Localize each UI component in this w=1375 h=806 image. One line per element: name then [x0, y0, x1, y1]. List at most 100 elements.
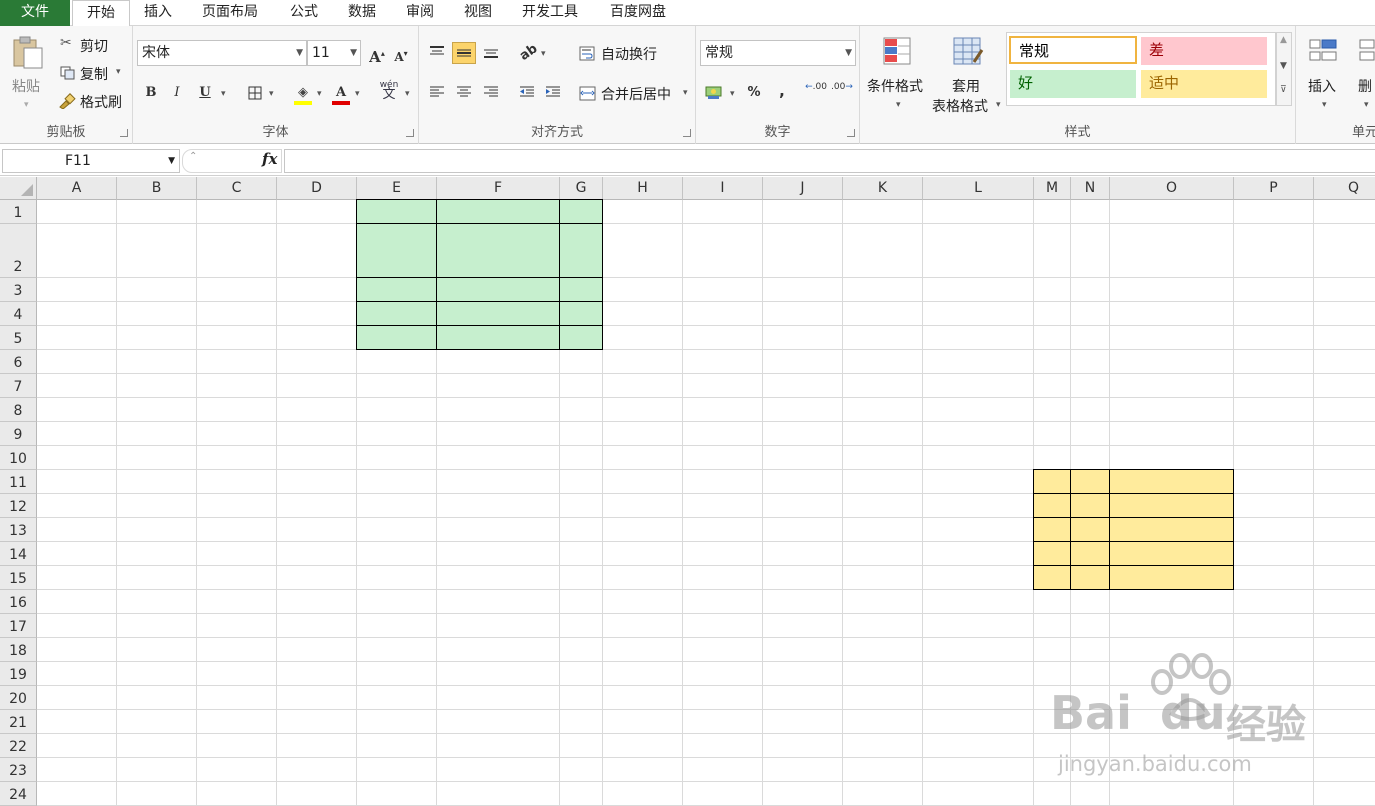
fill-color-dropdown-icon[interactable]: ▾	[317, 89, 322, 99]
column-header-H[interactable]: H	[603, 177, 683, 200]
column-header-B[interactable]: B	[117, 177, 197, 200]
insert-cells-button[interactable]: 插入 ▾	[1302, 32, 1346, 118]
tab-file[interactable]: 文件	[0, 0, 70, 26]
green-block-cell-G1[interactable]	[559, 199, 603, 224]
font-color-dropdown-icon[interactable]: ▾	[355, 89, 360, 99]
row-header-9[interactable]: 9	[0, 422, 37, 446]
column-header-J[interactable]: J	[763, 177, 843, 200]
style-good[interactable]: 好	[1010, 70, 1136, 98]
style-normal[interactable]: 常规	[1009, 36, 1137, 64]
expand-handle-icon[interactable]: ⌃	[189, 151, 197, 162]
scroll-up-icon[interactable]: ▲	[1280, 35, 1287, 45]
decrease-decimal-button[interactable]: .00→	[830, 82, 854, 104]
green-block-cell-G4[interactable]	[559, 301, 603, 326]
gallery-scrollbar[interactable]: ▲ ▼ ⊽	[1276, 32, 1292, 106]
decrease-indent-button[interactable]	[515, 82, 539, 104]
number-launcher-icon[interactable]	[847, 129, 855, 137]
font-color-button[interactable]: A	[329, 82, 353, 105]
tab-insert[interactable]: 插入	[144, 0, 172, 26]
insert-function-icon[interactable]: fx	[262, 150, 277, 168]
orientation-button[interactable]: ab	[517, 41, 541, 64]
row-header-12[interactable]: 12	[0, 494, 37, 518]
tab-developer[interactable]: 开发工具	[522, 0, 578, 26]
column-header-M[interactable]: M	[1034, 177, 1071, 200]
yellow-block-cell-O13[interactable]	[1109, 517, 1234, 542]
row-header-13[interactable]: 13	[0, 518, 37, 542]
row-header-1[interactable]: 1	[0, 200, 37, 224]
row-header-23[interactable]: 23	[0, 758, 37, 782]
tab-formulas[interactable]: 公式	[290, 0, 318, 26]
underline-button[interactable]: U	[193, 82, 217, 104]
gallery-more-icon[interactable]: ⊽	[1280, 85, 1287, 95]
paste-button[interactable]: 粘贴 ▾	[8, 32, 48, 118]
font-name-select[interactable]: 宋体 ▼	[137, 40, 307, 66]
column-header-A[interactable]: A	[37, 177, 117, 200]
style-bad[interactable]: 差	[1141, 37, 1267, 65]
fill-color-button[interactable]: ◈	[291, 82, 315, 105]
accounting-format-button[interactable]	[702, 82, 726, 104]
bold-button[interactable]: B	[139, 82, 163, 104]
shrink-font-button[interactable]: A▾	[389, 42, 413, 64]
yellow-block-cell-M15[interactable]	[1033, 565, 1071, 590]
tab-review[interactable]: 审阅	[406, 0, 434, 26]
row-header-21[interactable]: 21	[0, 710, 37, 734]
green-block-cell-E4[interactable]	[356, 301, 437, 326]
name-box[interactable]: F11 ▼	[2, 149, 180, 173]
orientation-dropdown-icon[interactable]: ▾	[541, 49, 546, 59]
font-size-select[interactable]: 11 ▼	[307, 40, 361, 66]
grow-font-button[interactable]: A▴	[365, 42, 389, 66]
yellow-block-cell-N12[interactable]	[1070, 493, 1110, 518]
border-dropdown-icon[interactable]: ▾	[269, 89, 274, 99]
column-header-O[interactable]: O	[1110, 177, 1234, 200]
scroll-down-icon[interactable]: ▼	[1280, 61, 1287, 71]
align-middle-button[interactable]	[452, 42, 476, 64]
yellow-block-cell-N14[interactable]	[1070, 541, 1110, 566]
row-header-3[interactable]: 3	[0, 278, 37, 302]
phonetic-dropdown-icon[interactable]: ▾	[405, 89, 410, 99]
row-header-20[interactable]: 20	[0, 686, 37, 710]
yellow-block-cell-M11[interactable]	[1033, 469, 1071, 494]
align-right-button[interactable]	[479, 82, 503, 104]
format-as-table-button[interactable]: 套用 表格格式 ▾	[932, 32, 1006, 118]
underline-dropdown-icon[interactable]: ▾	[221, 89, 226, 99]
align-center-button[interactable]	[452, 82, 476, 104]
yellow-block-cell-N11[interactable]	[1070, 469, 1110, 494]
row-header-22[interactable]: 22	[0, 734, 37, 758]
row-header-10[interactable]: 10	[0, 446, 37, 470]
green-block-cell-G5[interactable]	[559, 325, 603, 350]
green-block-cell-F3[interactable]	[436, 277, 560, 302]
green-block-cell-E1[interactable]	[356, 199, 437, 224]
merge-center-button[interactable]: 合并后居中 ▾	[579, 84, 691, 104]
yellow-block-cell-M14[interactable]	[1033, 541, 1071, 566]
yellow-block-cell-N15[interactable]	[1070, 565, 1110, 590]
percent-button[interactable]: %	[742, 82, 766, 104]
format-painter-button[interactable]: 格式刷	[58, 92, 130, 112]
font-launcher-icon[interactable]	[406, 129, 414, 137]
tab-data[interactable]: 数据	[348, 0, 376, 26]
comma-button[interactable]: ,	[770, 80, 794, 102]
column-header-C[interactable]: C	[197, 177, 277, 200]
conditional-format-button[interactable]: 条件格式 ▾	[864, 32, 934, 118]
increase-decimal-button[interactable]: ←.00	[804, 82, 828, 104]
align-top-button[interactable]	[425, 42, 449, 64]
column-header-P[interactable]: P	[1234, 177, 1314, 200]
column-header-Q[interactable]: Q	[1314, 177, 1375, 200]
style-neutral[interactable]: 适中	[1141, 70, 1267, 98]
row-header-2[interactable]: 2	[0, 224, 37, 278]
row-header-5[interactable]: 5	[0, 326, 37, 350]
row-header-8[interactable]: 8	[0, 398, 37, 422]
yellow-block-cell-O14[interactable]	[1109, 541, 1234, 566]
column-header-E[interactable]: E	[357, 177, 437, 200]
yellow-block-cell-N13[interactable]	[1070, 517, 1110, 542]
row-header-17[interactable]: 17	[0, 614, 37, 638]
row-header-4[interactable]: 4	[0, 302, 37, 326]
row-header-6[interactable]: 6	[0, 350, 37, 374]
formula-input[interactable]	[284, 149, 1375, 173]
tab-home[interactable]: 开始	[72, 0, 130, 27]
green-block-cell-F5[interactable]	[436, 325, 560, 350]
border-button[interactable]	[243, 82, 267, 104]
align-left-button[interactable]	[425, 82, 449, 104]
green-block-cell-E5[interactable]	[356, 325, 437, 350]
phonetic-button[interactable]: wén 文	[377, 80, 401, 102]
worksheet-grid[interactable]: ABCDEFGHIJKLMNOPQ 1 2 3 4 5 6 7 8 9 10 11 12 13 14 15 1…	[0, 177, 1375, 806]
